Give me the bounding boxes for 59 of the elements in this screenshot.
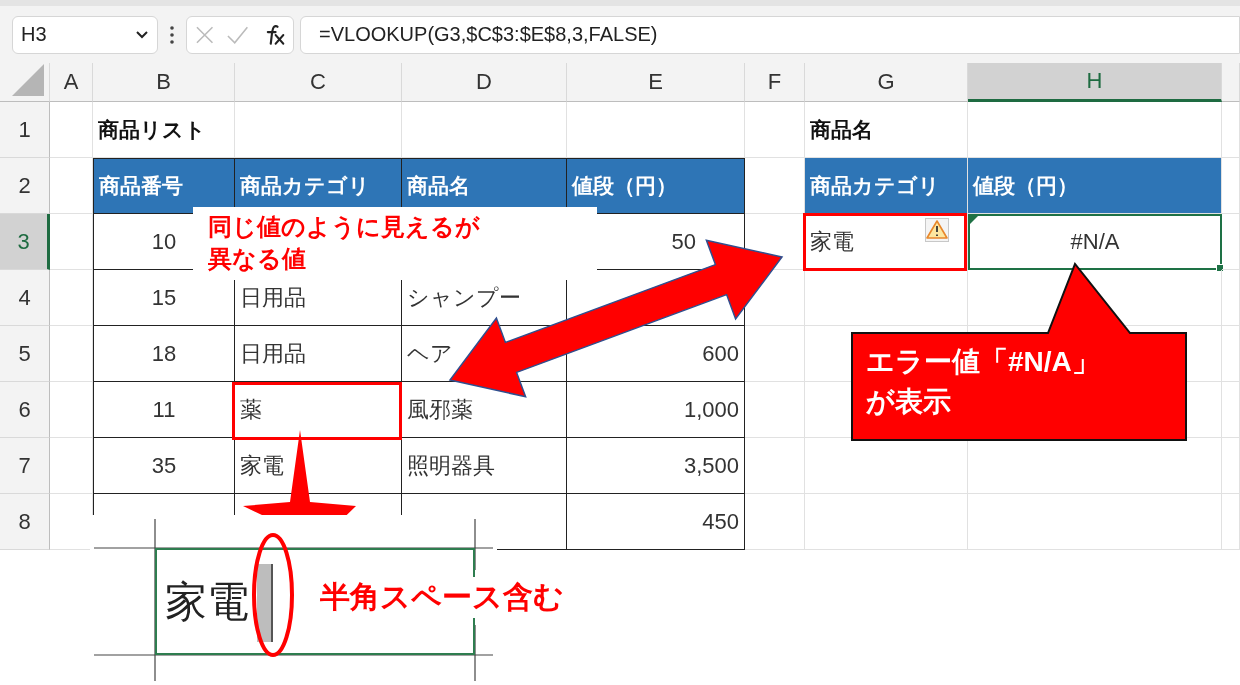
sheet-cell xyxy=(1222,102,1240,158)
sheet-cell xyxy=(745,326,805,382)
warning-icon[interactable] xyxy=(925,218,949,242)
fill-handle[interactable] xyxy=(1216,264,1224,272)
row-header[interactable]: 8 xyxy=(0,494,50,550)
column-heading: 商品カテゴリ xyxy=(805,158,968,214)
row-header[interactable]: 4 xyxy=(0,270,50,326)
cell-text: 11 xyxy=(93,382,235,438)
row-header[interactable]: 6 xyxy=(0,382,50,438)
sheet-cell xyxy=(745,438,805,494)
cell-text: 日用品 xyxy=(235,326,402,382)
annotation-label: 半角スペース含む xyxy=(318,577,566,618)
sheet-cell xyxy=(745,494,805,550)
row-header[interactable]: 1 xyxy=(0,102,50,158)
error-indicator-icon xyxy=(970,216,978,224)
sheet-cell xyxy=(50,326,93,382)
row-header[interactable]: 3 xyxy=(0,214,50,270)
column-heading: 値段（円） xyxy=(968,158,1222,214)
column-header[interactable]: C xyxy=(235,63,402,102)
cell-text: 35 xyxy=(93,438,235,494)
sheet-cell xyxy=(1222,326,1240,382)
column-header[interactable]: H xyxy=(968,63,1222,102)
error-value: #N/A xyxy=(968,214,1222,270)
formula-field[interactable]: =VLOOKUP(G3,$C$3:$E$8,3,FALSE) xyxy=(300,15,1240,54)
callout-text: エラー値「#N/A」 が表示 xyxy=(866,345,1100,419)
cell-text: 18 xyxy=(93,326,235,382)
note-text: 同じ値のように見えるが 異なる値 xyxy=(193,207,597,280)
cell-text: 家電 xyxy=(165,576,249,627)
sheet-cell xyxy=(745,102,805,158)
sheet-cell xyxy=(1222,494,1240,550)
column-header[interactable]: G xyxy=(805,63,968,102)
name-box[interactable]: H3 xyxy=(12,15,158,54)
column-header[interactable]: E xyxy=(567,63,745,102)
chevron-down-icon xyxy=(135,29,149,40)
sheet-cell xyxy=(50,102,93,158)
column-heading: 商品番号 xyxy=(93,158,235,214)
column-header[interactable]: B xyxy=(93,63,235,102)
cell-text: 450 xyxy=(567,494,745,550)
cell-text: 3,500 xyxy=(567,438,745,494)
sheet-cell xyxy=(1222,270,1240,326)
column-header[interactable]: F xyxy=(745,63,805,102)
column-heading: 値段（円） xyxy=(567,158,745,214)
sheet-cell xyxy=(50,214,93,270)
sheet-cell xyxy=(1222,438,1240,494)
check-icon[interactable] xyxy=(226,24,250,45)
sheet-cell xyxy=(50,270,93,326)
sheet-cell xyxy=(50,382,93,438)
cell-text: 照明器具 xyxy=(402,438,567,494)
sheet-cell xyxy=(1222,382,1240,438)
cell-text: 1,000 xyxy=(567,382,745,438)
row-header[interactable]: 2 xyxy=(0,158,50,214)
row-header[interactable]: 7 xyxy=(0,438,50,494)
column-header[interactable]: D xyxy=(402,63,567,102)
column-header[interactable]: A xyxy=(50,63,93,102)
sheet-cell xyxy=(1222,158,1240,214)
more-options-icon[interactable] xyxy=(170,25,174,44)
sheet-cell xyxy=(1222,214,1240,270)
row-header[interactable]: 5 xyxy=(0,326,50,382)
sheet-cell xyxy=(50,438,93,494)
